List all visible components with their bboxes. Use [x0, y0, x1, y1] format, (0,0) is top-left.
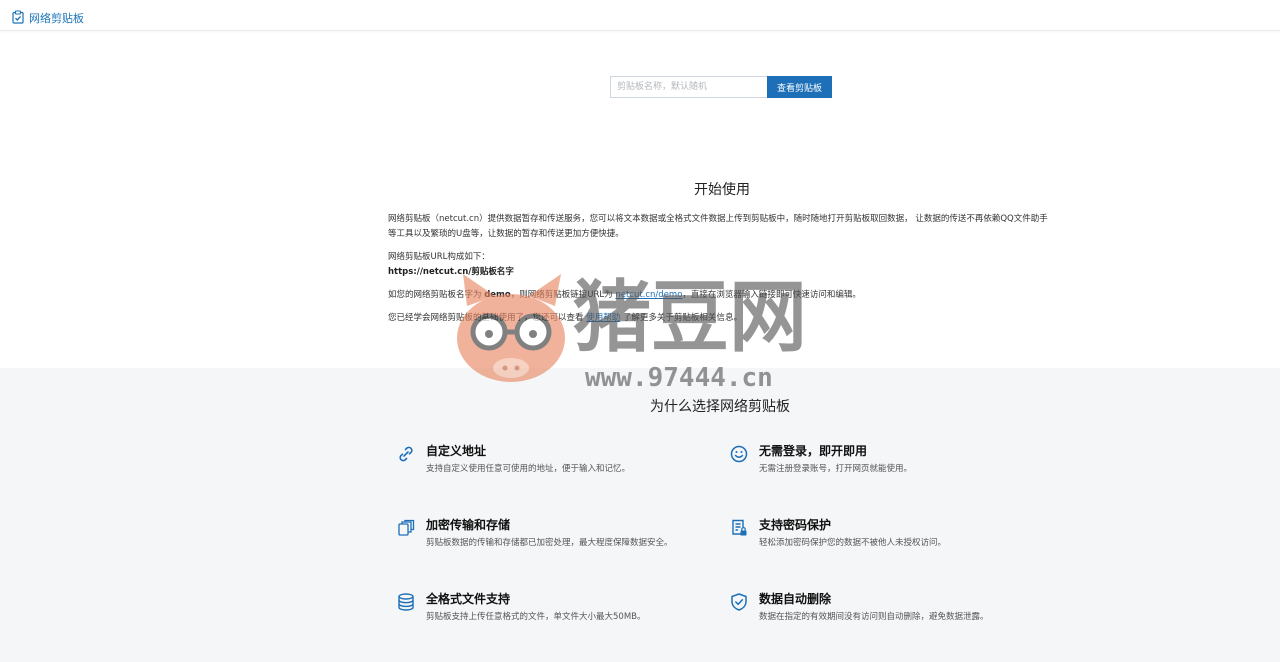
help-link[interactable]: 使用帮助 — [586, 313, 620, 323]
demo-text-3: ，直接在浏览器输入链接即可快速访问和编辑。 — [682, 290, 861, 300]
view-clipboard-button[interactable]: 查看剪贴板 — [767, 76, 832, 98]
url-format-label: 网络剪贴板URL构成如下： — [388, 252, 490, 262]
smile-icon — [729, 444, 749, 464]
feature-desc: 剪贴板支持上传任意格式的文件，单文件大小最大50MB。 — [426, 612, 646, 622]
clipboard-name-input[interactable] — [610, 76, 767, 98]
feature-desc: 数据在指定的有效期间没有访问则自动删除，避免数据泄露。 — [759, 612, 989, 622]
demo-text-1: 如您的网络剪贴板名字为 — [388, 290, 485, 300]
feature-desc: 无需注册登录账号，打开网页就能使用。 — [759, 464, 913, 474]
feature-title: 全格式文件支持 — [426, 592, 511, 606]
top-header: 网络剪贴板 — [0, 0, 1280, 31]
feature-title: 数据自动删除 — [759, 592, 832, 606]
url-format-example: https://netcut.cn/剪贴板名字 — [388, 267, 514, 277]
demo-paragraph: 如您的网络剪贴板名字为 demo，则网络剪贴板链接URL为 netcut.cn/… — [388, 288, 1056, 303]
getting-started-section: 开始使用 网络剪贴板（netcut.cn）提供数据暂存和传送服务，您可以将文本数… — [388, 180, 1056, 334]
feature-all-formats: 全格式文件支持 剪贴板支持上传任意格式的文件，单文件大小最大50MB。 — [396, 590, 696, 625]
database-icon — [396, 592, 416, 612]
feature-custom-address: 自定义地址 支持自定义使用任意可使用的地址，便于输入和记忆。 — [396, 442, 696, 477]
help-text-1: 您已经学会网络剪贴板的基础使用了，您还可以查看 — [388, 313, 587, 323]
feature-title: 无需登录，即开即用 — [759, 444, 868, 458]
feature-desc: 剪贴板数据的传输和存储都已加密处理，最大程度保障数据安全。 — [426, 538, 673, 548]
help-text-2: 了解更多关于剪贴板相关信息。 — [620, 313, 742, 323]
getting-started-title: 开始使用 — [694, 182, 750, 198]
clipboard-icon — [11, 9, 25, 28]
demo-name: demo — [484, 290, 511, 300]
feature-title: 自定义地址 — [426, 444, 487, 458]
brand-link[interactable]: 网络剪贴板 — [11, 9, 84, 28]
feature-no-login: 无需登录，即开即用 无需注册登录账号，打开网页就能使用。 — [729, 442, 1029, 477]
why-choose-section: 为什么选择网络剪贴板 自定义地址 支持自定义使用任意可使用的地址，便于输入和记忆… — [0, 368, 1280, 662]
intro-paragraph: 网络剪贴板（netcut.cn）提供数据暂存和传送服务，您可以将文本数据或全格式… — [388, 214, 1048, 239]
document-lock-icon — [729, 518, 749, 538]
feature-title: 支持密码保护 — [759, 518, 832, 532]
link-icon — [396, 444, 416, 464]
clipboard-search: 查看剪贴板 — [610, 76, 832, 98]
help-paragraph: 您已经学会网络剪贴板的基础使用了，您还可以查看 使用帮助 了解更多关于剪贴板相关… — [388, 311, 1056, 326]
copy-stack-icon — [396, 518, 416, 538]
brand-title: 网络剪贴板 — [29, 11, 84, 25]
url-format-paragraph: 网络剪贴板URL构成如下： https://netcut.cn/剪贴板名字 — [388, 250, 1056, 280]
feature-auto-delete: 数据自动删除 数据在指定的有效期间没有访问则自动删除，避免数据泄露。 — [729, 590, 1029, 625]
feature-title: 加密传输和存储 — [426, 518, 511, 532]
feature-encryption: 加密传输和存储 剪贴板数据的传输和存储都已加密处理，最大程度保障数据安全。 — [396, 516, 696, 551]
feature-desc: 轻松添加密码保护您的数据不被他人未授权访问。 — [759, 538, 947, 548]
why-choose-title: 为什么选择网络剪贴板 — [650, 399, 790, 415]
feature-desc: 支持自定义使用任意可使用的地址，便于输入和记忆。 — [426, 464, 631, 474]
shield-check-icon — [729, 592, 749, 612]
demo-link[interactable]: netcut.cn/demo — [615, 290, 682, 300]
demo-text-2: ，则网络剪贴板链接URL为 — [510, 290, 616, 300]
feature-password: 支持密码保护 轻松添加密码保护您的数据不被他人未授权访问。 — [729, 516, 1029, 551]
